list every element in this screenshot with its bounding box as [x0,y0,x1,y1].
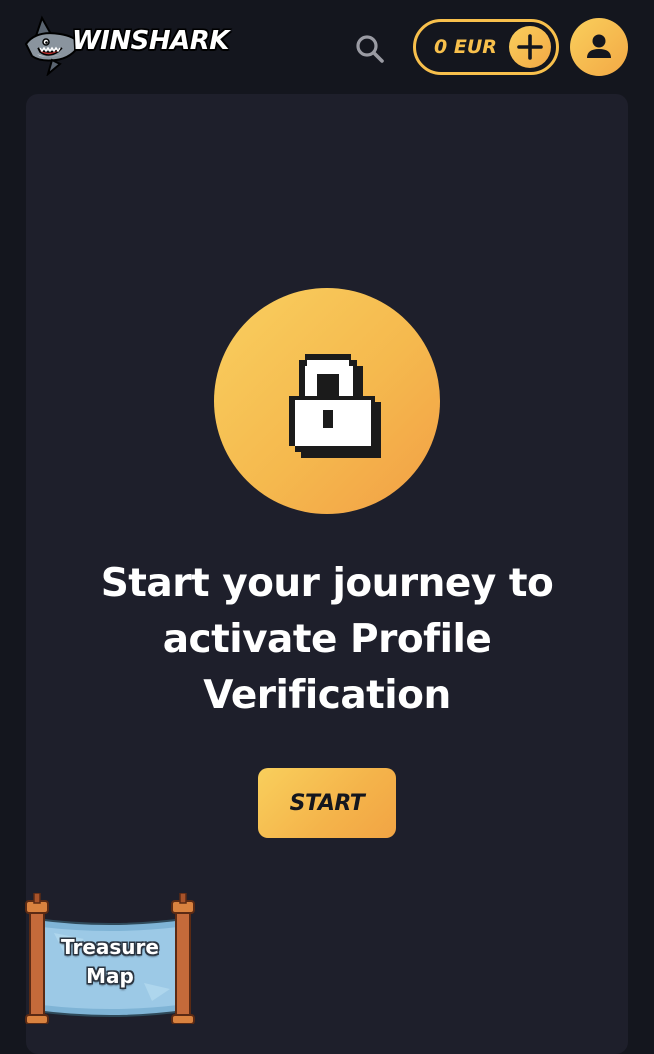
search-button[interactable] [352,31,388,67]
user-icon [587,34,611,58]
winshark-logo[interactable]: WINSHARK [22,14,232,76]
treasure-map-label: Treasure Map [61,935,159,988]
balance-deposit-button[interactable]: 0 EUR [413,19,559,75]
balance-amount: 0 EUR [434,36,497,58]
verification-headline: Start your journey to activate Profile V… [100,561,554,718]
profile-button[interactable] [570,18,628,76]
start-button[interactable]: START [258,768,396,838]
deposit-plus-button[interactable] [509,26,551,68]
top-header: WINSHARK 0 EUR [0,0,654,94]
search-icon [356,35,384,63]
lock-badge [214,288,440,514]
plus-icon [517,34,543,60]
padlock-icon [289,354,381,458]
treasure-map-widget[interactable]: Treasure Map [24,893,196,1024]
logo-wordmark: WINSHARK [72,26,229,56]
